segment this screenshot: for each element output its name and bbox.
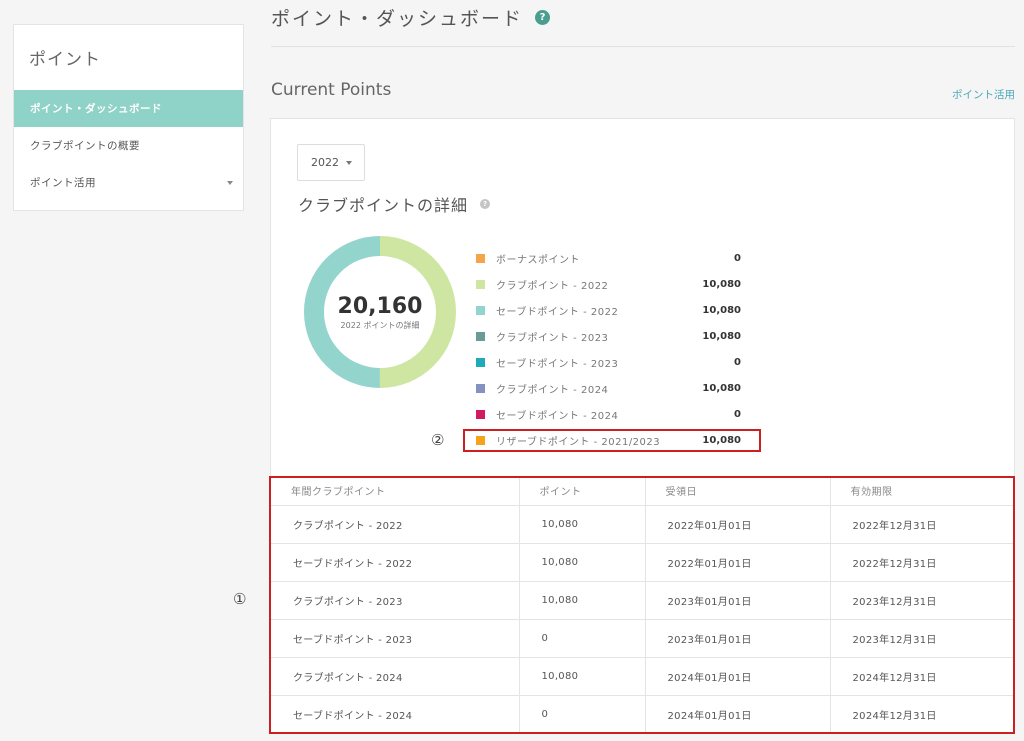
cell-received-date: 2023年01月01日 bbox=[644, 619, 830, 658]
legend-swatch bbox=[476, 253, 485, 263]
annual-points-table-wrap: 年間クラブポイント ポイント 受領日 有効期限 クラブポイント - 2022 10… bbox=[269, 476, 1015, 734]
year-select-value: 2022 bbox=[311, 156, 339, 169]
cell-category: セーブドポイント - 2024 bbox=[293, 710, 413, 722]
sidebar-item-point-usage[interactable]: ポイント活用 bbox=[14, 164, 243, 201]
page-title-text: ポイント・ダッシュボード bbox=[271, 8, 524, 30]
point-usage-link[interactable]: ポイント活用 bbox=[952, 87, 1015, 102]
legend-label: セーブドポイント - 2023 bbox=[496, 358, 619, 370]
cell-expiry-date: 2022年12月31日 bbox=[829, 505, 1014, 544]
legend-item: セーブドポイント - 2023 0 bbox=[476, 349, 741, 375]
legend-label: クラブポイント - 2023 bbox=[496, 332, 609, 344]
section-title: Current Points bbox=[271, 80, 392, 100]
table-row: クラブポイント - 2022 10,080 2022年01月01日 2022年12月3… bbox=[271, 505, 1014, 544]
cell-points: 10,080 bbox=[518, 505, 645, 544]
cell-category: クラブポイント - 2023 bbox=[271, 581, 519, 620]
legend-item: クラブポイント - 2022 10,080 bbox=[476, 271, 741, 297]
legend-marker: ② bbox=[431, 431, 445, 449]
cell-received-date: 2023年01月01日 bbox=[644, 581, 830, 620]
detail-title-text: クラブポイントの詳細 bbox=[298, 196, 469, 215]
legend-item: セーブドポイント - 2022 10,080 bbox=[476, 297, 741, 323]
cell-points: 0 bbox=[518, 695, 645, 733]
sidebar: ポイント ポイント・ダッシュボード クラブポイントの概要 ポイント活用 bbox=[13, 24, 244, 211]
table-row: クラブポイント - 2023 10,080 2023年01月01日 2023年12月3… bbox=[271, 581, 1014, 620]
sidebar-title: ポイント bbox=[29, 50, 101, 70]
table-row: セーブドポイント - 2022 10,080 2022年01月01日 2022年12月… bbox=[271, 543, 1014, 582]
donut-caption: 2022 ポイントの詳細 bbox=[340, 320, 420, 330]
donut-center: 20,160 2022 ポイントの詳細 bbox=[304, 236, 456, 388]
chevron-down-icon bbox=[227, 180, 233, 185]
cell-points: 10,080 bbox=[518, 543, 645, 582]
cell-received-date: 2024年01月01日 bbox=[644, 695, 830, 733]
legend-item: クラブポイント - 2023 10,080 bbox=[476, 323, 741, 349]
table-row: セーブドポイント - 2024 0 2024年01月01日 2024年12月31日 bbox=[271, 695, 1014, 733]
cell-category: セーブドポイント - 2023 bbox=[271, 619, 519, 658]
legend-label: セーブドポイント - 2022 bbox=[496, 306, 619, 318]
legend-value: 10,080 bbox=[702, 304, 741, 316]
cell-expiry-date: 2022年12月31日 bbox=[829, 543, 1014, 582]
caret-down-icon bbox=[346, 161, 352, 165]
help-icon[interactable]: ? bbox=[480, 199, 491, 209]
sidebar-item-dashboard[interactable]: ポイント・ダッシュボード bbox=[14, 90, 243, 127]
points-card: 2022 クラブポイントの詳細 ? 20,160 2022 ポイントの詳細 ボー… bbox=[269, 118, 1015, 734]
donut-total: 20,160 bbox=[337, 293, 423, 319]
legend-label: セーブドポイント - 2024 bbox=[496, 410, 619, 422]
table-row: クラブポイント - 2024 10,080 2024年01月01日 2024年12月3… bbox=[271, 657, 1014, 696]
sidebar-item-label: ポイント活用 bbox=[30, 177, 96, 189]
year-select[interactable]: 2022 bbox=[297, 144, 365, 181]
col-header-received-date[interactable]: 受領日 bbox=[644, 476, 830, 506]
col-header-annual-club-points[interactable]: 年間クラブポイント bbox=[271, 476, 519, 506]
legend-item: セーブドポイント - 2024 0 bbox=[476, 401, 741, 427]
legend-value: 10,080 bbox=[702, 330, 741, 342]
legend-swatch bbox=[476, 331, 485, 341]
cell-category: セーブドポイント - 2022 bbox=[271, 543, 519, 582]
legend-label: ボーナスポイント bbox=[496, 254, 580, 266]
cell-points: 10,080 bbox=[518, 657, 645, 696]
cell-expiry-date: 2023年12月31日 bbox=[829, 619, 1014, 658]
table-row: セーブドポイント - 2023 0 2023年01月01日 2023年12月31日 bbox=[271, 619, 1014, 658]
legend-item: ボーナスポイント 0 bbox=[476, 245, 741, 271]
table-marker: ① bbox=[233, 590, 247, 608]
cell-received-date: 2022年01月01日 bbox=[644, 543, 830, 582]
cell-received-date: 2024年01月01日 bbox=[644, 657, 830, 696]
legend-swatch bbox=[476, 357, 485, 367]
legend-swatch bbox=[476, 409, 485, 419]
annual-points-table: 年間クラブポイント ポイント 受領日 有効期限 クラブポイント - 2022 10… bbox=[271, 476, 1014, 733]
cell-expiry-date: 2023年12月31日 bbox=[829, 581, 1014, 620]
legend-swatch bbox=[476, 305, 485, 315]
legend-value: 0 bbox=[734, 408, 741, 420]
legend-item: クラブポイント - 2024 10,080 bbox=[476, 375, 741, 401]
cell-expiry-date: 2024年12月31日 bbox=[829, 695, 1014, 733]
legend-swatch bbox=[476, 383, 485, 393]
col-header-points[interactable]: ポイント bbox=[518, 476, 645, 506]
legend-value: 10,080 bbox=[702, 382, 741, 394]
legend-value: 0 bbox=[734, 356, 741, 368]
points-legend: ボーナスポイント 0 クラブポイント - 2022 10,080 セーブドポイント - … bbox=[476, 245, 741, 453]
legend-highlight-box bbox=[463, 429, 761, 452]
cell-category: クラブポイント - 2024 bbox=[271, 657, 519, 696]
legend-label: クラブポイント - 2022 bbox=[496, 280, 609, 292]
cell-received-date: 2022年01月01日 bbox=[644, 505, 830, 544]
help-icon[interactable]: ? bbox=[535, 10, 551, 25]
legend-value: 0 bbox=[734, 252, 741, 264]
legend-value: 10,080 bbox=[702, 278, 741, 290]
detail-title: クラブポイントの詳細 ? bbox=[298, 192, 491, 216]
page-title: ポイント・ダッシュボード ? bbox=[271, 4, 551, 31]
cell-points: 0 bbox=[518, 619, 645, 658]
cell-expiry-date: 2024年12月31日 bbox=[829, 657, 1014, 696]
legend-swatch bbox=[476, 279, 485, 289]
cell-category: クラブポイント - 2022 bbox=[271, 505, 519, 544]
legend-label: クラブポイント - 2024 bbox=[496, 384, 609, 396]
col-header-expiry-date[interactable]: 有効期限 bbox=[829, 476, 1014, 506]
sidebar-item-club-points-overview[interactable]: クラブポイントの概要 bbox=[14, 127, 243, 164]
table-header-row: 年間クラブポイント ポイント 受領日 有効期限 bbox=[271, 476, 1014, 506]
cell-points: 10,080 bbox=[518, 581, 645, 620]
header-divider bbox=[271, 46, 1015, 47]
